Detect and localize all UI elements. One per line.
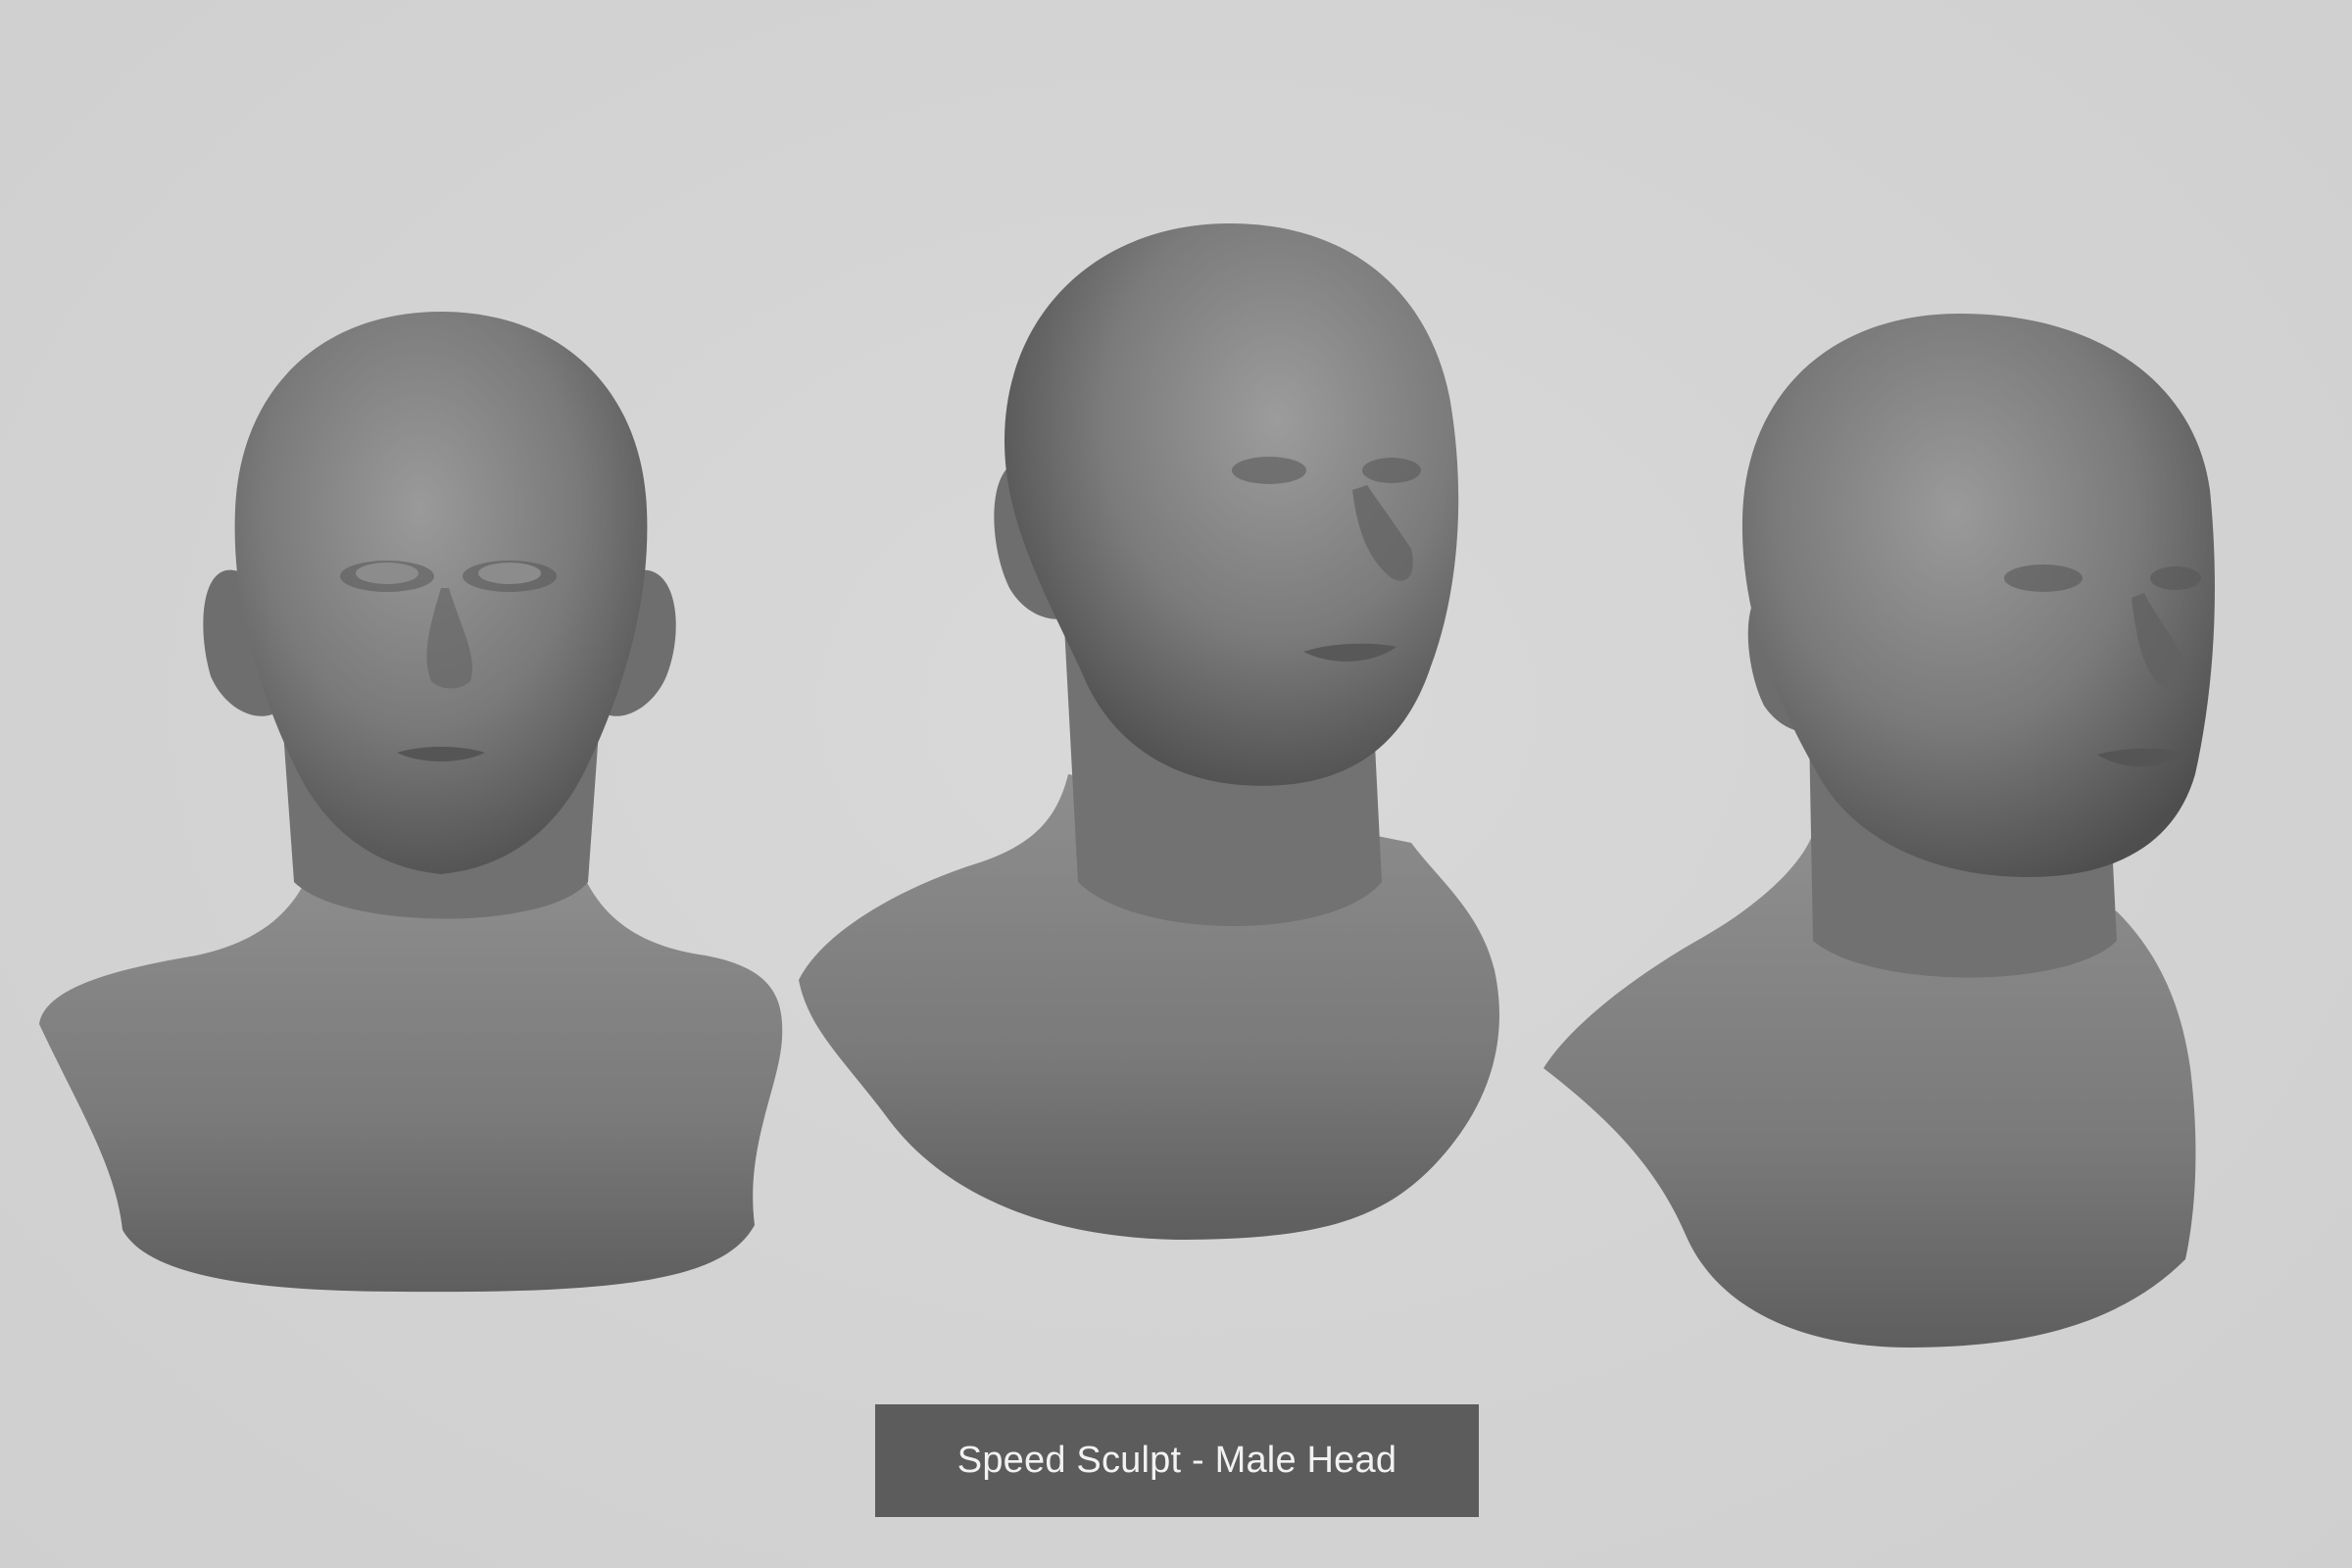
sculpt-three-quarter-view <box>799 223 1499 1240</box>
sculpt-low-three-quarter-view <box>1544 314 2215 1348</box>
render-canvas: Speed Sculpt - Male Head <box>0 0 2352 1568</box>
caption-box: Speed Sculpt - Male Head <box>875 1404 1479 1517</box>
sculpture-renders <box>39 223 2215 1348</box>
sculpt-front-view <box>39 312 783 1293</box>
caption-text: Speed Sculpt - Male Head <box>956 1440 1397 1481</box>
